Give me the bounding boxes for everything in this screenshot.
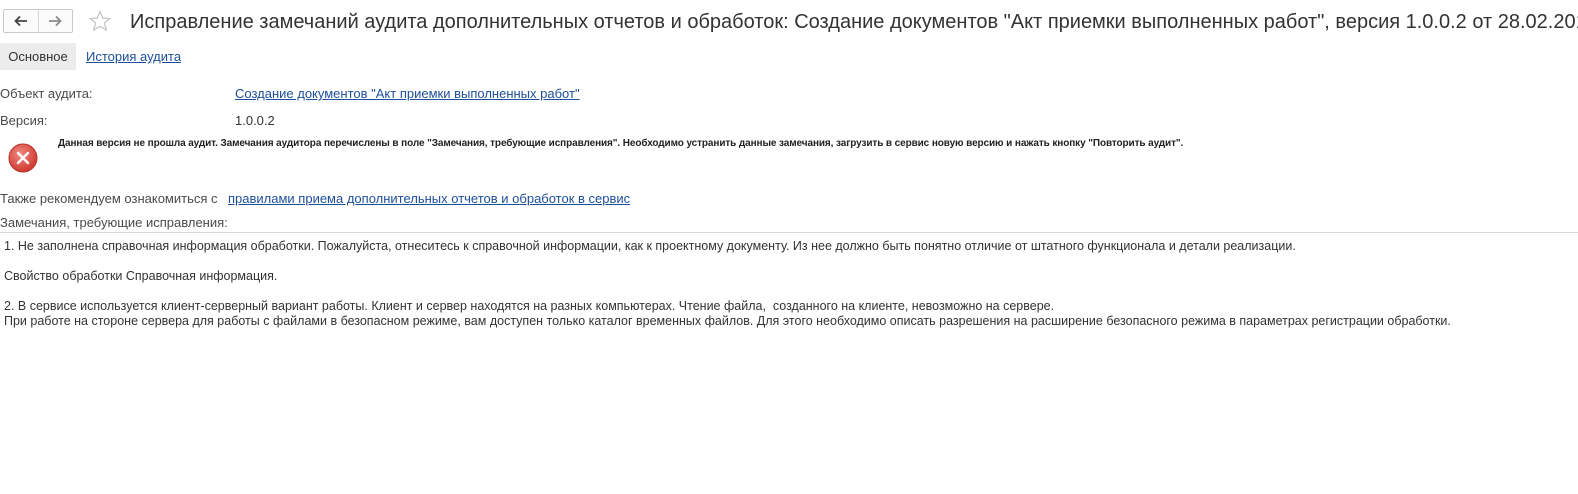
audit-failed-message: Данная версия не прошла аудит. Замечания… <box>58 138 1184 149</box>
arrow-left-icon <box>13 15 27 27</box>
tab-main[interactable]: Основное <box>0 43 76 70</box>
audit-object-link[interactable]: Создание документов "Акт приемки выполне… <box>235 86 580 101</box>
page-title: Исправление замечаний аудита дополнитель… <box>130 11 1578 33</box>
remarks-text[interactable]: 1. Не заполнена справочная информация об… <box>4 239 1451 329</box>
version-value: 1.0.0.2 <box>235 113 275 128</box>
navigation-buttons <box>3 9 73 33</box>
audit-object-label: Объект аудита: <box>0 86 93 101</box>
back-button[interactable] <box>4 10 38 32</box>
tab-audit-history[interactable]: История аудита <box>86 49 181 64</box>
forward-button[interactable] <box>37 10 73 32</box>
recommend-label: Также рекомендуем ознакомиться с <box>0 191 218 206</box>
rules-link[interactable]: правилами приема дополнительных отчетов … <box>228 191 630 206</box>
version-label: Версия: <box>0 113 48 128</box>
remarks-label: Замечания, требующие исправления: <box>0 215 228 230</box>
star-icon <box>88 9 112 32</box>
arrow-right-icon <box>49 15 63 27</box>
favorite-button[interactable] <box>88 9 112 32</box>
error-circle-icon <box>8 143 38 173</box>
remarks-field-border <box>0 232 1578 233</box>
